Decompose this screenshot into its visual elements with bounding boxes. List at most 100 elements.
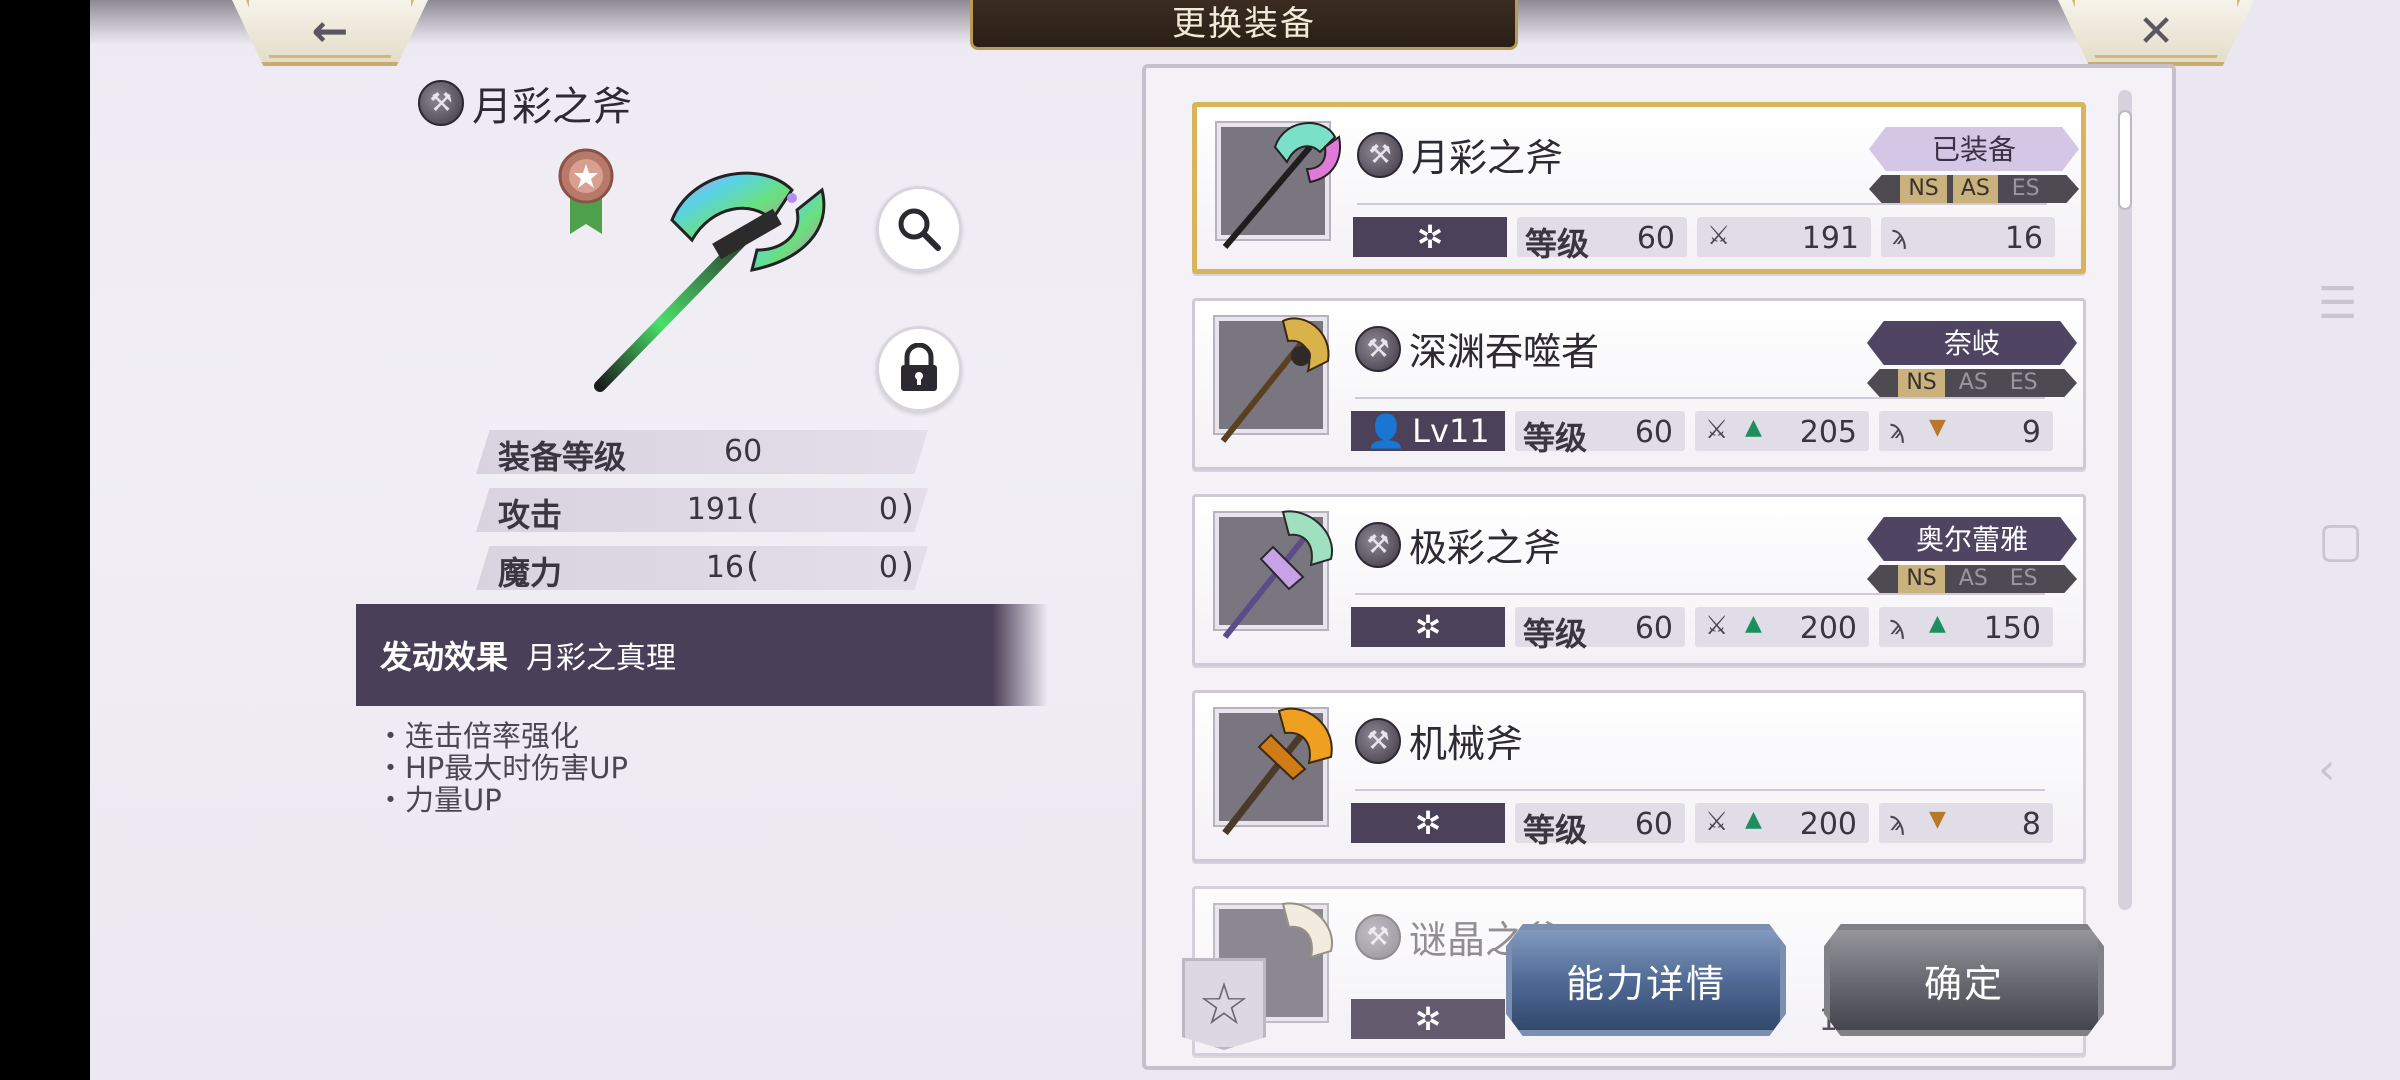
- scrollbar-thumb[interactable]: [2118, 110, 2132, 210]
- decrease-arrow-icon: ▼: [1929, 415, 1946, 440]
- lock-icon: [901, 343, 937, 391]
- paren-close: ): [900, 546, 914, 586]
- slot-indicator: NS AS ES: [1869, 175, 2079, 203]
- effect-name: 月彩之真理: [526, 641, 677, 676]
- magic-stat: ϡ ▼ 9: [1879, 411, 2053, 451]
- equipped-badge: 已装备: [1869, 127, 2079, 171]
- zoom-button[interactable]: [876, 186, 962, 272]
- slot-indicator: NS AS ES: [1867, 565, 2077, 593]
- weapon-card[interactable]: ⚒ 机械斧 ✲ 等级 60 ⚔ ▲ 200 ϡ ▼ 8: [1192, 690, 2086, 862]
- slot-as: AS: [1958, 370, 1988, 395]
- level-value: 60: [1636, 221, 1675, 256]
- paren-open: (: [746, 546, 760, 586]
- magic-stat: ϡ ▲ 150: [1879, 607, 2053, 647]
- weapon-card-selected[interactable]: ⚒ 月彩之斧 已装备 NS AS ES ✲ 等级 60 ⚔ 191 ϡ 16: [1192, 102, 2086, 274]
- effect-list: ・连击倍率强化 ・HP最大时伤害UP ・力量UP: [376, 720, 628, 816]
- level-stat: 等级 60: [1517, 217, 1687, 263]
- home-icon[interactable]: ▢: [2318, 516, 2363, 564]
- paren-open: (: [746, 488, 760, 528]
- stat-bonus: 0: [878, 492, 898, 527]
- weapon-name: ⚒ 月彩之斧: [1357, 127, 1563, 182]
- sparkle-icon: ✲: [1414, 804, 1442, 842]
- magic-value: 8: [2021, 807, 2041, 842]
- divider: [1355, 789, 2045, 791]
- attack-value: 205: [1799, 415, 1857, 450]
- mech-axe-image: [1222, 707, 1333, 836]
- level-value: 60: [1634, 415, 1673, 450]
- detail-weapon-name: ⚒ 月彩之斧: [418, 74, 632, 132]
- divider: [1355, 593, 2045, 595]
- wand-icon: ϡ: [1889, 611, 1906, 641]
- list-scrollbar[interactable]: [2118, 90, 2132, 910]
- favorite-filter-button[interactable]: ☆: [1182, 958, 1266, 1050]
- level-stat: 等级 60: [1515, 411, 1685, 457]
- close-button[interactable]: ✕: [2058, 0, 2254, 66]
- axe-type-icon: ⚒: [1357, 131, 1403, 178]
- weapon-card[interactable]: ⚒ 极彩之斧 奥尔蕾雅 NS AS ES ✲ 等级 60 ⚔ ▲ 200 ϡ ▲…: [1192, 494, 2086, 666]
- attack-stat: ⚔ 191: [1697, 217, 1871, 257]
- stat-value: 16: [705, 550, 744, 585]
- level-label: 等级: [1523, 419, 1588, 457]
- decrease-arrow-icon: ▼: [1929, 807, 1946, 832]
- stat-attack: 攻击 191 ( 0 ): [476, 488, 928, 532]
- axe-type-icon: ⚒: [1355, 521, 1401, 568]
- back-button[interactable]: ←: [232, 0, 428, 66]
- increase-arrow-icon: ▲: [1745, 415, 1762, 440]
- weapon-thumbnail: [1215, 510, 1334, 639]
- divider: [1355, 397, 2045, 399]
- person-icon: 👤: [1366, 412, 1407, 450]
- level-label: 等级: [1525, 225, 1590, 263]
- axe-type-icon: ⚒: [1355, 913, 1401, 960]
- attack-stat: ⚔ ▲ 200: [1695, 607, 1869, 647]
- back-nav-icon[interactable]: ‹: [2318, 748, 2336, 792]
- effect-bullet: ・HP最大时伤害UP: [376, 751, 629, 785]
- stat-magic: 魔力 16 ( 0 ): [476, 546, 928, 590]
- effect-heading: 发动效果: [380, 638, 509, 676]
- owner-badge: 奥尔蕾雅: [1867, 517, 2077, 561]
- level-label: 等级: [1523, 615, 1588, 653]
- magic-value: 9: [2021, 415, 2041, 450]
- weapon-thumbnail: [1217, 122, 1341, 249]
- level-value: 60: [1634, 611, 1673, 646]
- stat-label: 装备等级: [498, 438, 627, 476]
- weapon-preview-image: [594, 171, 826, 392]
- menu-icon[interactable]: ☰: [2318, 282, 2357, 326]
- sparkle-icon: ✲: [1414, 608, 1442, 646]
- magic-value: 150: [1983, 611, 2041, 646]
- rainbow-axe-image: [1222, 122, 1341, 249]
- weapon-name-text: 月彩之斧: [472, 84, 632, 130]
- slot-es: ES: [2009, 566, 2038, 591]
- level-stat: 等级 60: [1515, 803, 1685, 849]
- wand-icon: ϡ: [1889, 415, 1906, 445]
- stat-value: 60: [724, 434, 763, 469]
- stat-label: 攻击: [498, 496, 563, 534]
- effect-bullet: ・连击倍率强化: [376, 719, 580, 753]
- attack-stat: ⚔ ▲ 205: [1695, 411, 1869, 451]
- unassigned-slot: ✲: [1351, 607, 1505, 647]
- slot-es: ES: [2011, 176, 2040, 201]
- confirm-button[interactable]: 确定: [1824, 924, 2104, 1036]
- abyss-axe-image: [1220, 317, 1330, 443]
- close-icon: ✕: [2137, 5, 2175, 57]
- search-icon: [898, 208, 941, 251]
- lock-button[interactable]: [876, 326, 962, 412]
- star-icon: ☆: [1198, 970, 1250, 1038]
- increase-arrow-icon: ▲: [1745, 807, 1762, 832]
- weapon-name-text: 机械斧: [1409, 722, 1524, 766]
- stat-equip-level: 装备等级 60: [476, 430, 928, 474]
- weapon-name-text: 月彩之斧: [1411, 136, 1564, 180]
- wand-icon: ϡ: [1891, 221, 1908, 251]
- sparkle-icon: ✲: [1414, 1000, 1442, 1038]
- attack-value: 200: [1799, 611, 1857, 646]
- sword-icon: ⚔: [1705, 611, 1729, 641]
- weapon-card[interactable]: ⚒ 深渊吞噬者 奈岐 NS AS ES 👤 Lv11 等级 60 ⚔ ▲ 205 …: [1192, 298, 2086, 470]
- weapon-name-text: 深渊吞噬者: [1409, 330, 1600, 374]
- stat-label: 魔力: [498, 554, 563, 592]
- slot-ns: NS: [1900, 175, 1947, 203]
- magic-stat: ϡ ▼ 8: [1879, 803, 2053, 843]
- sword-icon: ⚔: [1705, 807, 1729, 837]
- ability-detail-button[interactable]: 能力详情: [1506, 924, 1786, 1036]
- increase-arrow-icon: ▲: [1929, 611, 1946, 636]
- effect-bullet: ・力量UP: [376, 783, 502, 817]
- increase-arrow-icon: ▲: [1745, 611, 1762, 636]
